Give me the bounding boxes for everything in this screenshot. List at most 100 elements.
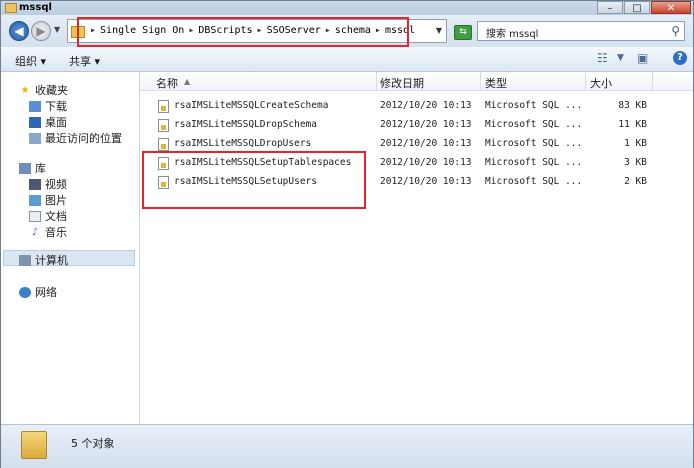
chevron-icon[interactable]: ▸ [325, 25, 331, 36]
view-dropdown-icon[interactable]: ▼ [617, 53, 624, 63]
documents-icon [29, 210, 41, 222]
file-size: 11 KB [618, 119, 647, 130]
column-headers: 名称 ▲ 修改日期 类型 大小 [140, 72, 693, 91]
breadcrumb-item[interactable]: DBScripts [198, 25, 252, 36]
table-row[interactable]: rsaIMSLiteMSSQLSetupTablespaces 2012/10/… [140, 154, 693, 173]
share-button[interactable]: 共享 ▾ [69, 53, 100, 69]
table-row[interactable]: rsaIMSLiteMSSQLSetupUsers 2012/10/20 10:… [140, 173, 693, 192]
sql-file-icon [158, 138, 169, 151]
breadcrumb-item[interactable]: SSOServer [267, 25, 321, 36]
file-type: Microsoft SQL ... [485, 119, 583, 130]
nav-item-music[interactable]: ♪ 音乐 [29, 224, 67, 240]
file-type: Microsoft SQL ... [485, 100, 583, 111]
music-icon: ♪ [31, 226, 39, 238]
file-modified: 2012/10/20 10:13 [380, 119, 472, 130]
search-placeholder: 搜索 mssql [486, 29, 539, 40]
sql-file-icon [158, 176, 169, 189]
title-bar: mssql – □ ✕ [1, 1, 693, 15]
item-count: 5 个对象 [71, 437, 115, 450]
address-dropdown-icon[interactable]: ▼ [436, 26, 442, 35]
search-icon[interactable]: ⚲ [671, 24, 680, 38]
video-icon [29, 178, 41, 190]
window-controls: – □ ✕ [597, 1, 691, 14]
forward-button[interactable]: ▶ [31, 21, 51, 41]
file-size: 2 KB [624, 176, 647, 187]
column-divider[interactable] [652, 72, 653, 90]
file-name: rsaIMSLiteMSSQLCreateSchema [174, 100, 329, 111]
history-dropdown-icon[interactable]: ▼ [54, 25, 60, 34]
breadcrumb-item[interactable]: schema [335, 25, 371, 36]
breadcrumb: ▸ Single Sign On ▸ DBScripts ▸ SSOServer… [90, 25, 415, 36]
nav-item-library[interactable]: 库 [19, 160, 46, 176]
column-divider[interactable] [585, 72, 586, 90]
breadcrumb-item[interactable]: Single Sign On [100, 25, 184, 36]
chevron-icon[interactable]: ▸ [188, 25, 194, 36]
column-divider[interactable] [480, 72, 481, 90]
command-bar: 组织 ▾ 共享 ▾ ☷ ▼ ▣ ? [1, 47, 693, 72]
address-bar-row: ◀ ▶ ▼ ▸ Single Sign On ▸ DBScripts ▸ SSO… [1, 15, 693, 47]
nav-item-pictures[interactable]: 图片 [29, 192, 67, 208]
organize-button[interactable]: 组织 ▾ [15, 53, 46, 69]
recent-places-icon [29, 132, 41, 144]
sql-file-icon [158, 100, 169, 113]
address-bar[interactable]: ▸ Single Sign On ▸ DBScripts ▸ SSOServer… [67, 19, 447, 43]
computer-icon [19, 254, 31, 266]
nav-item-downloads[interactable]: 下载 [29, 98, 67, 114]
back-button[interactable]: ◀ [9, 21, 29, 41]
explorer-window: mssql – □ ✕ ◀ ▶ ▼ ▸ Single Sign On ▸ DBS… [0, 0, 694, 468]
file-name: rsaIMSLiteMSSQLDropUsers [174, 138, 312, 149]
file-type: Microsoft SQL ... [485, 138, 583, 149]
column-divider[interactable] [376, 72, 377, 90]
maximize-button[interactable]: □ [624, 1, 650, 14]
nav-item-computer[interactable]: 计算机 [19, 252, 68, 268]
column-header-modified[interactable]: 修改日期 [380, 75, 424, 91]
chevron-icon[interactable]: ▸ [375, 25, 381, 36]
column-header-name[interactable]: 名称 [156, 75, 178, 91]
table-row[interactable]: rsaIMSLiteMSSQLDropUsers 2012/10/20 10:1… [140, 135, 693, 154]
details-pane: 5 个对象 [1, 424, 693, 468]
search-input[interactable]: 搜索 mssql ⚲ [477, 21, 685, 41]
table-row[interactable]: rsaIMSLiteMSSQLCreateSchema 2012/10/20 1… [140, 97, 693, 116]
minimize-button[interactable]: – [597, 1, 623, 14]
column-header-type[interactable]: 类型 [485, 75, 507, 91]
table-row[interactable]: rsaIMSLiteMSSQLDropSchema 2012/10/20 10:… [140, 116, 693, 135]
close-button[interactable]: ✕ [651, 1, 691, 14]
chevron-icon[interactable]: ▸ [90, 25, 96, 36]
folder-icon [71, 26, 85, 38]
help-icon[interactable]: ? [673, 51, 687, 65]
downloads-icon [29, 100, 41, 112]
file-type: Microsoft SQL ... [485, 176, 583, 187]
desktop-icon [29, 116, 41, 128]
file-modified: 2012/10/20 10:13 [380, 157, 472, 168]
nav-item-documents[interactable]: 文档 [29, 208, 67, 224]
column-header-size[interactable]: 大小 [590, 75, 612, 91]
sql-file-icon [158, 119, 169, 132]
nav-item-desktop[interactable]: 桌面 [29, 114, 67, 130]
network-icon [19, 286, 31, 298]
window-title: mssql [19, 2, 52, 13]
breadcrumb-item[interactable]: mssql [385, 25, 415, 36]
star-icon: ★ [20, 84, 30, 96]
file-name: rsaIMSLiteMSSQLSetupUsers [174, 176, 317, 187]
refresh-icon[interactable]: ⇆ [454, 25, 472, 40]
file-type: Microsoft SQL ... [485, 157, 583, 168]
file-size: 83 KB [618, 100, 647, 111]
nav-item-videos[interactable]: 视频 [29, 176, 67, 192]
file-name: rsaIMSLiteMSSQLSetupTablespaces [174, 157, 352, 168]
file-modified: 2012/10/20 10:13 [380, 100, 472, 111]
pictures-icon [29, 194, 41, 206]
file-name: rsaIMSLiteMSSQLDropSchema [174, 119, 317, 130]
nav-item-recent[interactable]: 最近访问的位置 [29, 130, 122, 146]
navigation-pane: ★ 收藏夹 下载 桌面 最近访问的位置 库 视频 图片 文档 ♪ 音乐 计算机 … [1, 72, 140, 424]
nav-item-favorites[interactable]: ★ 收藏夹 [19, 82, 68, 98]
sql-file-icon [158, 157, 169, 170]
library-icon [19, 162, 31, 174]
view-icon[interactable]: ☷ [597, 51, 608, 65]
folder-icon [5, 3, 17, 13]
nav-item-network[interactable]: 网络 [19, 284, 57, 300]
file-size: 3 KB [624, 157, 647, 168]
chevron-icon[interactable]: ▸ [257, 25, 263, 36]
file-list: 名称 ▲ 修改日期 类型 大小 rsaIMSLiteMSSQLCreateSch… [140, 72, 693, 424]
preview-pane-icon[interactable]: ▣ [637, 51, 648, 65]
folder-icon [21, 431, 47, 459]
